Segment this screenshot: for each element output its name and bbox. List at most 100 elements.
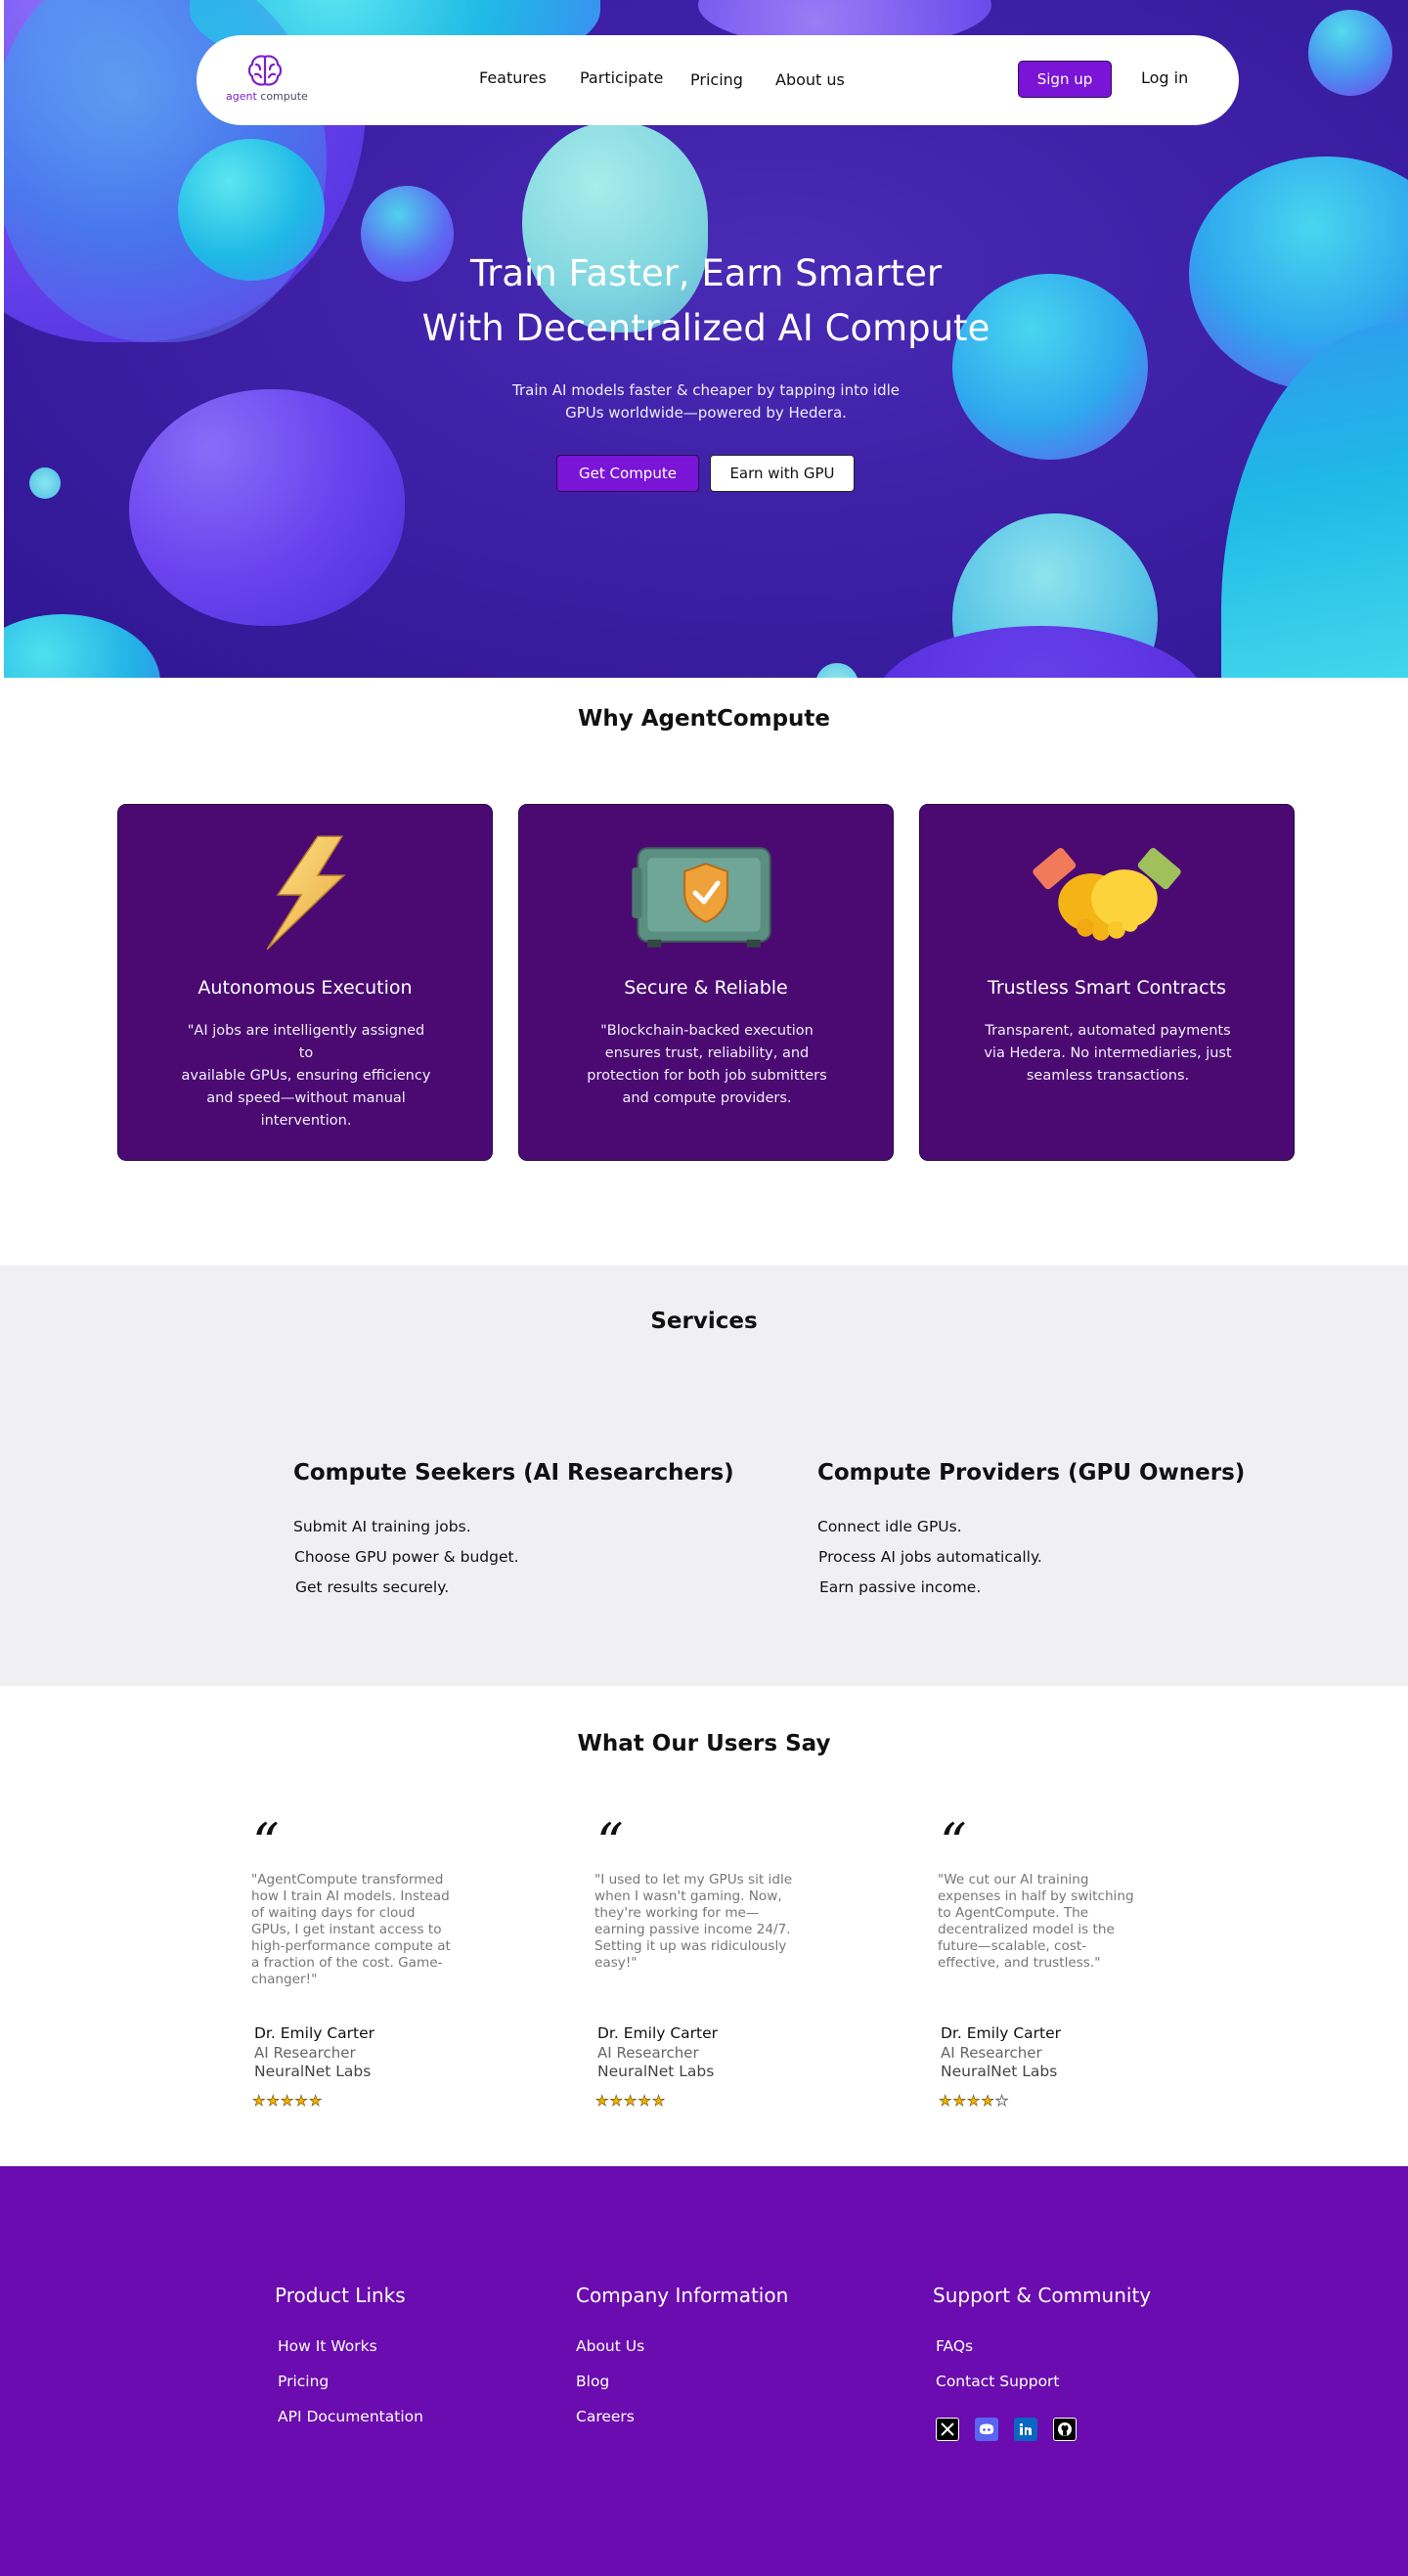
author-role: AI Researcher <box>597 2044 699 2062</box>
hero-title-line2: With Decentralized AI Compute <box>421 307 990 349</box>
hero-blob <box>952 274 1148 460</box>
card-text-line: intervention. <box>260 1113 352 1129</box>
footer-link-blog[interactable]: Blog <box>576 2373 609 2390</box>
providers-item: Earn passive income. <box>819 1578 982 1596</box>
star-filled-icon: ★ <box>939 2092 953 2110</box>
seekers-heading: Compute Seekers (AI Researchers) <box>293 1460 734 1486</box>
footer-heading-company: Company Information <box>576 2284 789 2307</box>
quote-line: high-performance compute at <box>251 1938 451 1954</box>
seekers-item: Choose GPU power & budget. <box>294 1548 519 1566</box>
star-filled-icon: ★ <box>623 2092 638 2110</box>
quote-line: easy!" <box>594 1955 638 1971</box>
hero-blob <box>815 663 858 678</box>
footer: Product Links How It Works Pricing API D… <box>0 2166 1408 2576</box>
brand-name-part1: agent <box>226 90 257 103</box>
author-role: AI Researcher <box>941 2044 1042 2062</box>
x-icon[interactable] <box>936 2418 959 2441</box>
quote-icon: “ <box>252 1812 280 1874</box>
signup-button[interactable]: Sign up <box>1018 61 1112 98</box>
quote-line: expenses in half by switching <box>938 1888 1134 1904</box>
footer-link-api-docs[interactable]: API Documentation <box>278 2408 423 2425</box>
hero-blob <box>29 467 61 499</box>
brain-icon <box>247 55 283 86</box>
providers-heading: Compute Providers (GPU Owners) <box>817 1460 1246 1486</box>
hero-blob <box>4 614 160 678</box>
footer-link-pricing[interactable]: Pricing <box>278 2373 329 2390</box>
footer-link-contact-support[interactable]: Contact Support <box>936 2373 1060 2390</box>
safe-shield-icon <box>632 847 771 948</box>
quote-line: "We cut our AI training <box>938 1872 1089 1888</box>
brand-name-part2: compute <box>256 90 308 103</box>
footer-link-careers[interactable]: Careers <box>576 2408 635 2425</box>
footer-heading-product: Product Links <box>275 2284 406 2307</box>
quote-line: effective, and trustless." <box>938 1955 1101 1971</box>
hero-subtitle-line1: Train AI models faster & cheaper by tapp… <box>512 381 900 399</box>
navbar: agent compute Features Participate Prici… <box>197 35 1239 125</box>
star-filled-icon: ★ <box>595 2092 610 2110</box>
quote-line: GPUs, I get instant access to <box>251 1922 442 1937</box>
footer-link-how-it-works[interactable]: How It Works <box>278 2337 377 2355</box>
quote-line: a fraction of the cost. Game- <box>251 1955 443 1971</box>
feature-card-autonomous: Autonomous Execution "AI jobs are intell… <box>117 804 493 1161</box>
footer-link-about[interactable]: About Us <box>576 2337 644 2355</box>
why-title: Why AgentCompute <box>577 706 831 732</box>
github-icon[interactable] <box>1053 2418 1077 2441</box>
quote-line: decentralized model is the <box>938 1922 1115 1937</box>
hero-subtitle-line2: GPUs worldwide—powered by Hedera. <box>565 404 847 422</box>
star-filled-icon: ★ <box>952 2092 967 2110</box>
footer-link-faqs[interactable]: FAQs <box>936 2337 973 2355</box>
hero-blob <box>522 122 708 333</box>
hero-blob <box>129 389 405 626</box>
earn-with-gpu-button[interactable]: Earn with GPU <box>710 455 855 492</box>
brand-name: agent compute <box>226 90 308 103</box>
author-name: Dr. Emily Carter <box>254 2024 375 2042</box>
testimonial-quote: "AgentCompute transformed how I train AI… <box>251 1872 451 1988</box>
hero-blob <box>1308 10 1392 96</box>
star-filled-icon: ★ <box>609 2092 624 2110</box>
quote-line: they're working for me— <box>594 1905 760 1921</box>
author-org: NeuralNet Labs <box>254 2063 372 2080</box>
star-filled-icon: ★ <box>252 2092 267 2110</box>
get-compute-button[interactable]: Get Compute <box>556 455 699 492</box>
card-title: Secure & Reliable <box>624 977 788 999</box>
card-text-line: via Hedera. No intermediaries, just <box>984 1045 1232 1061</box>
author-org: NeuralNet Labs <box>597 2063 715 2080</box>
star-filled-icon: ★ <box>638 2092 652 2110</box>
nav-link-features[interactable]: Features <box>479 68 547 87</box>
feature-card-secure: Secure & Reliable "Blockchain-backed exe… <box>518 804 894 1161</box>
seekers-item: Submit AI training jobs. <box>293 1518 471 1535</box>
login-button[interactable]: Log in <box>1141 68 1188 87</box>
card-text-line: available GPUs, ensuring efficiency <box>181 1068 431 1084</box>
rating-stars: ★★★★★ <box>595 2092 666 2110</box>
quote-line: of waiting days for cloud <box>251 1905 416 1921</box>
quote-icon: “ <box>940 1812 967 1874</box>
hero-title-line1: Train Faster, Earn Smarter <box>469 252 943 294</box>
quote-line: future—scalable, cost- <box>938 1938 1087 1954</box>
quote-line: "AgentCompute transformed <box>251 1872 444 1888</box>
nav-link-about[interactable]: About us <box>775 70 845 89</box>
nav-link-pricing[interactable]: Pricing <box>690 70 743 89</box>
card-text-line: and speed—without manual <box>206 1090 406 1106</box>
providers-item: Process AI jobs automatically. <box>818 1548 1042 1566</box>
brand-logo[interactable]: agent compute <box>226 53 308 103</box>
star-filled-icon: ★ <box>294 2092 309 2110</box>
author-name: Dr. Emily Carter <box>941 2024 1062 2042</box>
card-text: "AI jobs are intelligently assigned to a… <box>179 1020 433 1133</box>
star-empty-icon: ★ <box>994 2092 1010 2110</box>
author-org: NeuralNet Labs <box>941 2063 1058 2080</box>
author-role: AI Researcher <box>254 2044 356 2062</box>
card-text-line: Transparent, automated payments <box>985 1023 1231 1039</box>
hero-section: agent compute Features Participate Prici… <box>4 0 1408 678</box>
card-text-line: ensures trust, reliability, and <box>604 1045 810 1061</box>
linkedin-icon[interactable] <box>1014 2418 1037 2441</box>
star-filled-icon: ★ <box>966 2092 982 2110</box>
nav-link-participate[interactable]: Participate <box>580 68 663 87</box>
card-text-line: "Blockchain-backed execution <box>600 1023 814 1039</box>
discord-icon[interactable] <box>975 2418 998 2441</box>
card-text-line: and compute providers. <box>622 1090 792 1106</box>
testimonial-quote: "We cut our AI training expenses in half… <box>938 1872 1137 1972</box>
testimonials-title: What Our Users Say <box>577 1731 831 1756</box>
card-text-line: seamless transactions. <box>1026 1068 1190 1084</box>
card-title: Autonomous Execution <box>198 977 413 999</box>
services-title: Services <box>650 1309 758 1334</box>
